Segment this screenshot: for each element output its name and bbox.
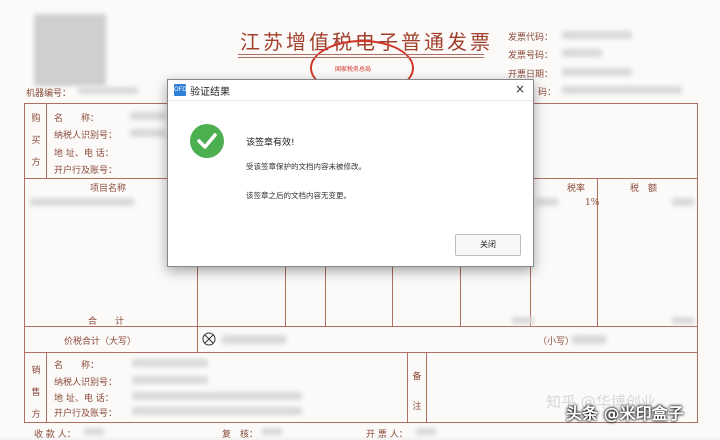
dialog-titlebar[interactable]: OFD 验证结果 ×: [168, 80, 533, 101]
price-words-divider: [197, 326, 198, 352]
seller-address-label: 地 址、电 话：: [54, 394, 114, 404]
total-row-top: [24, 326, 698, 327]
seller-name-value: [132, 359, 208, 367]
payee-value: [84, 428, 104, 435]
seller-taxid-label: 纳税人识别号：: [54, 378, 118, 388]
item-name-value: [30, 198, 134, 206]
remark-divider-right: [426, 352, 427, 422]
close-button[interactable]: 关闭: [455, 234, 521, 256]
machine-number-label: 机器编号：: [26, 89, 72, 99]
issuer-value: [416, 428, 436, 435]
table-right-border: [697, 103, 698, 423]
tax-rate-value: 1%: [585, 198, 600, 208]
table-left-border: [24, 103, 25, 423]
buyer-bank-label: 开户行及账号：: [54, 166, 118, 176]
seller-bank-label: 开户行及账号：: [54, 409, 118, 419]
signature-valid-message: 该签章有效!: [246, 138, 295, 148]
seller-section-label: 销售方: [31, 366, 41, 420]
title-underline-2: [238, 57, 484, 58]
seller-address-value: [132, 392, 302, 400]
total-tax-value: [672, 317, 694, 324]
total-words-label: 价税合计（大写）: [64, 337, 137, 347]
title-underline: [238, 54, 484, 55]
tax-amount-header: 税 额: [630, 184, 658, 194]
verification-result-dialog: OFD 验证结果 × 该签章有效! 受该签章保护的文档内容未被修改。 该签章之后…: [167, 79, 534, 267]
invoice-date-value: [562, 68, 632, 76]
reviewer-value: [262, 428, 282, 435]
buyer-taxid-label: 纳税人识别号：: [54, 131, 118, 141]
app-logo-icon: OFD: [174, 84, 187, 96]
remark-label: 备注: [412, 372, 422, 412]
seal-text: 国家税务总局: [335, 66, 372, 73]
check-code-label: 码：: [538, 88, 557, 98]
total-amount-value: [512, 317, 534, 324]
circle-x-icon: [202, 332, 216, 346]
total-label: 合 计: [88, 317, 125, 327]
invoice-code-label: 发票代码：: [508, 33, 554, 43]
close-icon[interactable]: ×: [513, 82, 527, 96]
buyer-name-label: 名 称：: [54, 114, 100, 124]
buyer-section-label: 购买方: [31, 114, 41, 168]
seller-bank-value: [132, 407, 302, 415]
buyer-address-label: 地 址、电 话：: [54, 149, 114, 159]
tax-rate-header: 税率: [567, 184, 586, 194]
seller-section-divider: [46, 352, 47, 422]
amount-value: [536, 198, 558, 206]
invoice-number-value: [562, 49, 602, 57]
dialog-title: 验证结果: [190, 87, 230, 98]
success-check-icon: [190, 124, 224, 158]
tax-amount-value: [672, 198, 694, 206]
seller-taxid-value: [132, 376, 208, 384]
invoice-code-value: [562, 31, 632, 39]
small-amount-label: （小写）: [538, 337, 575, 347]
invoice-number-label: 发票号码：: [508, 51, 554, 61]
buyer-name-value: [130, 112, 166, 120]
payee-label: 收 款 人：: [34, 430, 76, 440]
remark-divider-left: [407, 352, 408, 422]
content-unmodified-message: 受该签章保护的文档内容未被修改。: [246, 162, 366, 171]
total-words-value: [222, 335, 286, 344]
issuer-label: 开 票 人：: [366, 430, 408, 440]
machine-number-value: [78, 87, 138, 94]
check-code-value: [562, 86, 682, 94]
buyer-section-divider: [46, 103, 47, 178]
price-words-row-bottom: [24, 352, 698, 353]
toutiao-watermark: 头条 @米印盒子: [566, 404, 684, 423]
seller-name-label: 名 称：: [54, 361, 100, 371]
no-changes-after-signature-message: 该签章之后的文档内容无变更。: [246, 191, 351, 200]
qr-code: [34, 14, 106, 86]
reviewer-label: 复 核：: [222, 430, 259, 440]
small-amount-value: [572, 335, 606, 344]
item-name-header: 项目名称: [90, 184, 127, 194]
buyer-taxid-value: [130, 129, 166, 137]
